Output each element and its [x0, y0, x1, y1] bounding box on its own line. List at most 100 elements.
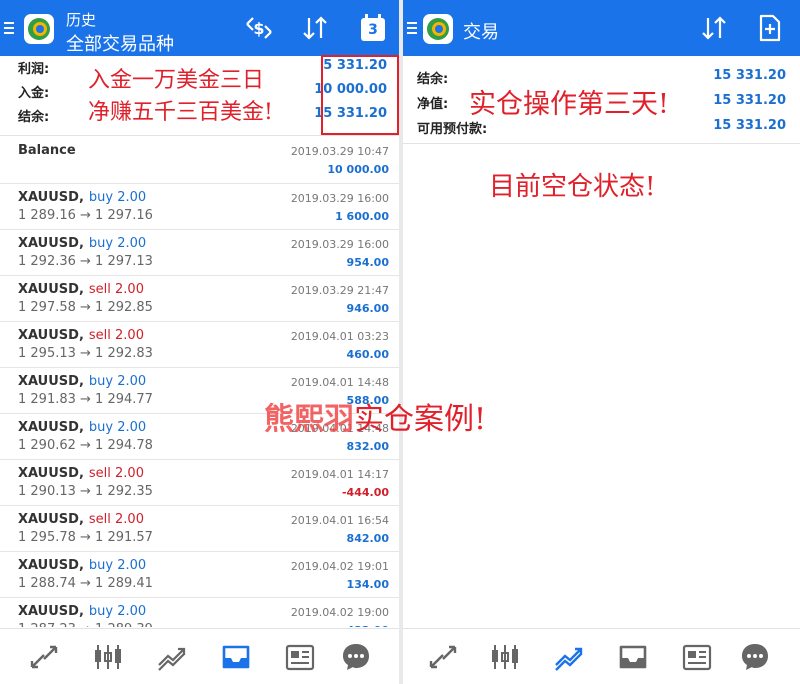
watermark: 熊熙羽实仓案例! [264, 394, 486, 438]
calendar-icon[interactable]: 3 [360, 14, 386, 42]
metatrader-logo-icon [423, 14, 453, 44]
trade-icon[interactable] [553, 641, 585, 673]
bottom-navigation [403, 628, 800, 684]
deal-time: 2019.03.29 16:00 [290, 238, 389, 251]
deal-prices: 1 287.23 → 1 289.39 [18, 622, 153, 627]
deal-symbol-text: XAUUSD, [18, 282, 84, 297]
annotation-deposit: 入金一万美金三日 [88, 68, 265, 93]
deal-direction: sell 2.00 [88, 282, 144, 297]
trade-app-bar: 交易 [403, 0, 800, 56]
deal-time: 2019.04.01 14:17 [290, 468, 389, 481]
deal-profit: 432.00 [347, 624, 389, 627]
deal-profit: 946.00 [346, 302, 389, 315]
summary-value: 15 331.20 [713, 118, 786, 133]
deal-time: 2019.04.02 19:01 [290, 560, 389, 573]
deal-direction: buy 2.00 [88, 604, 147, 619]
deal-symbol: XAUUSD, buy 2.00 [18, 374, 146, 389]
deal-row[interactable]: XAUUSD, sell 2.00 1 295.13 → 1 292.83 2019.… [0, 322, 399, 368]
news-icon[interactable] [681, 641, 713, 673]
deal-symbol: XAUUSD, sell 2.00 [18, 328, 144, 343]
deal-prices: 1 289.16 → 1 297.16 [18, 208, 153, 223]
deal-amount: 10 000.00 [327, 163, 389, 176]
trade-icon[interactable] [156, 641, 188, 673]
symbol-filter-title[interactable]: 全部交易品种 [66, 30, 174, 56]
deal-direction: buy 2.00 [88, 236, 147, 251]
deal-time: 2019.03.29 10:47 [290, 145, 389, 158]
deal-time: 2019.04.02 19:00 [290, 606, 389, 619]
menu-icon[interactable] [407, 22, 417, 34]
watermark-text: 实仓案例! [354, 402, 487, 437]
deal-symbol: XAUUSD, buy 2.00 [18, 558, 146, 573]
chart-icon[interactable] [489, 641, 521, 673]
deal-prices: 1 290.13 → 1 292.35 [18, 484, 153, 499]
deal-direction: buy 2.00 [88, 374, 147, 389]
deal-symbol-text: XAUUSD, [18, 190, 84, 205]
balance-label: Balance [18, 143, 76, 158]
deal-prices: 1 288.74 → 1 289.41 [18, 576, 153, 591]
deal-row[interactable]: XAUUSD, buy 2.00 1 287.23 → 1 289.39 2019.0… [0, 598, 399, 627]
deal-prices: 1 290.62 → 1 294.78 [18, 438, 153, 453]
chat-icon[interactable] [739, 641, 771, 673]
deal-prices: 1 295.78 → 1 291.57 [18, 530, 153, 545]
news-icon[interactable] [284, 641, 316, 673]
calendar-day-number: 3 [368, 22, 378, 38]
deal-prices: 1 291.83 → 1 294.77 [18, 392, 153, 407]
deal-time: 2019.04.01 14:48 [290, 376, 389, 389]
chat-icon[interactable] [340, 641, 372, 673]
metatrader-logo-icon [24, 14, 54, 44]
menu-icon[interactable] [4, 22, 14, 34]
summary-value: 15 331.20 [713, 68, 786, 83]
annotation-profit: 净赚五千三百美金! [88, 100, 273, 125]
sort-icon[interactable] [300, 14, 330, 42]
bottom-navigation [0, 628, 399, 684]
summary-label: 入金: [18, 86, 50, 101]
deal-direction: buy 2.00 [88, 420, 147, 435]
history-app-bar: 历史 全部交易品种 $ 3 [0, 0, 399, 56]
deal-row[interactable]: XAUUSD, sell 2.00 1 295.78 → 1 291.57 2019.… [0, 506, 399, 552]
deal-direction: buy 2.00 [88, 190, 147, 205]
deal-symbol: XAUUSD, buy 2.00 [18, 604, 146, 619]
currency-exchange-icon[interactable]: $ [244, 14, 274, 42]
deal-prices: 1 295.13 → 1 292.83 [18, 346, 153, 361]
deal-row[interactable]: XAUUSD, sell 2.00 1 290.13 → 1 292.35 2019.… [0, 460, 399, 506]
deal-row[interactable]: XAUUSD, buy 2.00 1 292.36 → 1 297.13 2019.0… [0, 230, 399, 276]
deal-direction: buy 2.00 [88, 558, 147, 573]
annotation-day-three: 实仓操作第三天! [469, 89, 669, 120]
deal-row[interactable]: XAUUSD, buy 2.00 1 289.16 → 1 297.16 2019.0… [0, 184, 399, 230]
deal-symbol-text: XAUUSD, [18, 374, 84, 389]
deal-symbol-text: XAUUSD, [18, 328, 84, 343]
deal-time: 2019.03.29 16:00 [290, 192, 389, 205]
history-icon[interactable] [220, 641, 252, 673]
deal-time: 2019.04.01 16:54 [290, 514, 389, 527]
deal-symbol: XAUUSD, buy 2.00 [18, 420, 146, 435]
deal-time: 2019.04.01 03:23 [290, 330, 389, 343]
balance-row[interactable]: Balance 2019.03.29 10:47 10 000.00 [0, 137, 399, 184]
quotes-icon[interactable] [427, 641, 459, 673]
summary-value: 15 331.20 [713, 93, 786, 108]
deal-direction: sell 2.00 [88, 328, 144, 343]
watermark-name: 熊熙羽 [264, 402, 354, 437]
deal-symbol-text: XAUUSD, [18, 558, 84, 573]
deal-symbol: XAUUSD, sell 2.00 [18, 512, 144, 527]
deal-row[interactable]: XAUUSD, sell 2.00 1 297.58 → 1 292.85 2019.… [0, 276, 399, 322]
deal-profit: 1 600.00 [335, 210, 389, 223]
sort-icon[interactable] [699, 14, 729, 42]
deal-symbol-text: XAUUSD, [18, 466, 84, 481]
summary-label: 净值: [417, 97, 449, 112]
deal-symbol-text: XAUUSD, [18, 604, 84, 619]
deal-history-list[interactable]: Balance 2019.03.29 10:47 10 000.00 XAUUS… [0, 137, 399, 627]
chart-icon[interactable] [92, 641, 124, 673]
deal-symbol: XAUUSD, buy 2.00 [18, 236, 146, 251]
quotes-icon[interactable] [28, 641, 60, 673]
deal-symbol-text: XAUUSD, [18, 236, 84, 251]
deal-profit: 134.00 [346, 578, 389, 591]
deal-row[interactable]: XAUUSD, buy 2.00 1 288.74 → 1 289.41 2019.0… [0, 552, 399, 598]
deal-symbol: XAUUSD, sell 2.00 [18, 466, 144, 481]
svg-text:$: $ [253, 19, 264, 38]
deal-prices: 1 292.36 → 1 297.13 [18, 254, 153, 269]
trade-panel: 交易 结余: 15 331.20 净值: 15 331.20 可用预付款: 15… [403, 0, 800, 684]
deal-profit: 832.00 [346, 440, 389, 453]
new-order-icon[interactable] [758, 14, 782, 42]
deal-symbol: XAUUSD, sell 2.00 [18, 282, 144, 297]
history-icon[interactable] [617, 641, 649, 673]
